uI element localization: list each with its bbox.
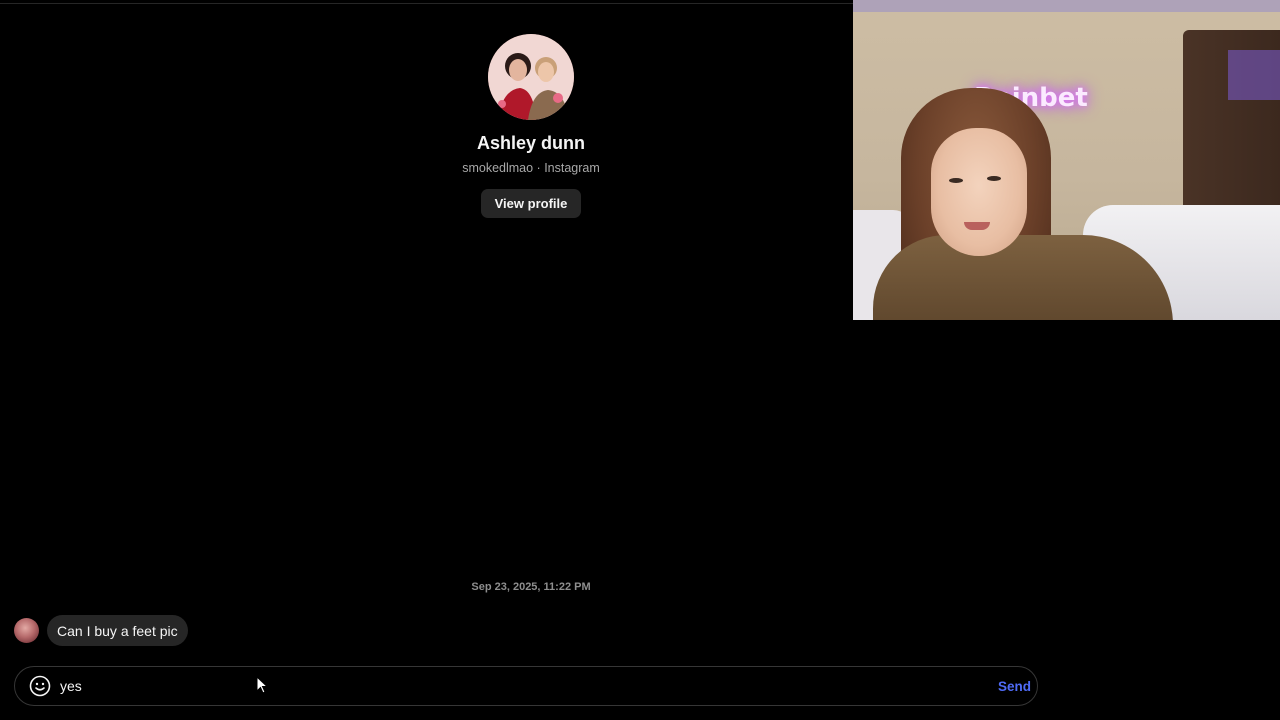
sender-avatar[interactable]	[14, 618, 39, 643]
webcam-overlay: Rainbet	[853, 0, 1280, 320]
webcam-streamer-face	[931, 128, 1027, 256]
screen: Ashley dunn smokedlmao · Instagram View …	[0, 0, 1280, 720]
profile-avatar[interactable]	[488, 34, 574, 120]
webcam-streamer-mouth	[964, 222, 990, 230]
profile-name: Ashley dunn	[476, 133, 585, 153]
mouse-cursor-icon	[256, 676, 268, 694]
message-input[interactable]	[60, 673, 998, 699]
incoming-message-row: Can I buy a feet pic	[14, 615, 188, 646]
webcam-purple-glow	[1228, 50, 1280, 100]
webcam-streamer-hoodie	[873, 235, 1173, 320]
profile-photo-icon	[488, 34, 574, 120]
message-composer: Send	[14, 666, 1038, 706]
message-bubble[interactable]: Can I buy a feet pic	[47, 615, 188, 646]
webcam-streamer-eye	[949, 178, 963, 183]
profile-username-source: smokedlmao · Instagram	[462, 161, 600, 175]
smiley-face-icon[interactable]	[29, 675, 51, 697]
webcam-streamer-eye	[987, 176, 1001, 181]
webcam-ceiling-light	[853, 0, 1280, 12]
send-button[interactable]: Send	[998, 679, 1031, 694]
top-divider	[0, 3, 853, 4]
view-profile-button[interactable]: View profile	[480, 189, 582, 218]
message-timestamp: Sep 23, 2025, 11:22 PM	[471, 581, 591, 593]
